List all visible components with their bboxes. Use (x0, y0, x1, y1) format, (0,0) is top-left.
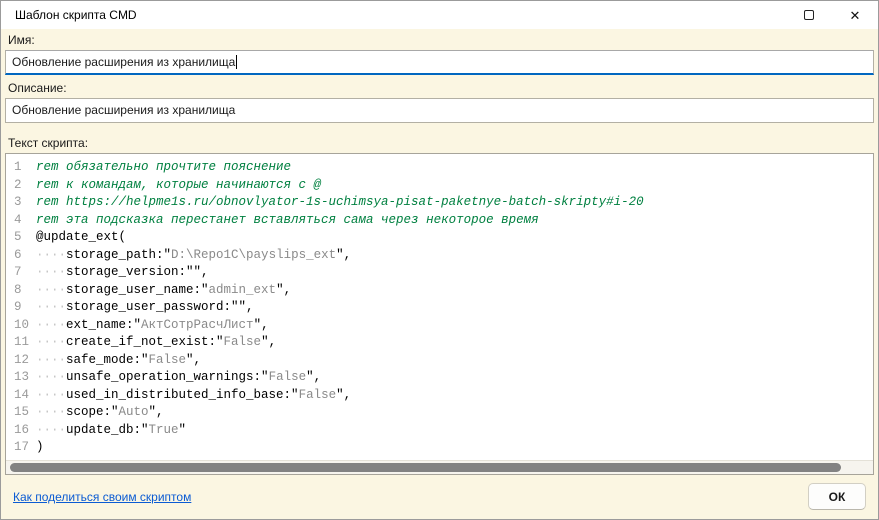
title-bar[interactable]: Шаблон скрипта CMD ✕ (1, 1, 878, 29)
line-number: 17 (14, 440, 30, 454)
code-line: ····storage_user_password:"", (36, 300, 254, 314)
name-label: Имя: (8, 33, 35, 47)
line-number: 5 (14, 230, 22, 244)
line-number: 14 (14, 387, 30, 402)
line-number: 8 (14, 282, 22, 297)
line-number: 6 (14, 247, 22, 262)
line-number: 16 (14, 422, 30, 437)
line-number: 10 (14, 317, 30, 332)
line-number: 15 (14, 405, 30, 419)
name-input[interactable]: Обновление расширения из хранилища (5, 50, 874, 75)
description-input-value: Обновление расширения из хранилища (12, 103, 236, 117)
code-line: ····storage_user_name:"admin_ext", (36, 282, 292, 297)
code-line: ····safe_mode:"False", (36, 352, 202, 367)
maximize-button[interactable] (786, 1, 832, 29)
close-button[interactable]: ✕ (832, 1, 878, 29)
close-icon: ✕ (849, 7, 861, 23)
scrollbar-thumb[interactable] (10, 463, 841, 472)
code-line: ····scope:"Auto", (36, 405, 164, 419)
code-line: ····ext_name:"АктСотрРасчЛист", (36, 317, 269, 332)
line-number: 7 (14, 265, 22, 279)
line-number: 2 (14, 177, 22, 192)
name-input-value: Обновление расширения из хранилища (12, 55, 236, 69)
line-number: 1 (14, 160, 22, 174)
code-line: @update_ext( (36, 230, 127, 244)
description-input[interactable]: Обновление расширения из хранилища (5, 98, 874, 123)
line-number: 4 (14, 212, 22, 227)
line-numbers: 1 2 3 4 5 6 7 8 9 10 11 12 13 14 15 16 17 (6, 159, 36, 460)
dialog-window: { "window": { "title": "Шаблон скрипта C… (0, 0, 879, 520)
description-label: Описание: (8, 81, 67, 95)
line-number: 13 (14, 370, 30, 384)
line-number: 11 (14, 335, 30, 349)
code-line: ····storage_path:"D:\Repo1C\payslips_ext… (36, 247, 352, 262)
code-line: rem к командам, которые начинаются с @ (36, 177, 322, 192)
line-number: 9 (14, 300, 22, 314)
code-line: ····update_db:"True" (36, 422, 187, 437)
code-line: rem эта подсказка перестанет вставляться… (36, 212, 539, 227)
code-line: ) (36, 440, 44, 454)
editor-body[interactable]: 1 2 3 4 5 6 7 8 9 10 11 12 13 14 15 16 17 rem обязательн… (6, 154, 873, 460)
code-line: ····used_in_distributed_info_base:"False… (36, 387, 352, 402)
line-number: 12 (14, 352, 30, 367)
script-label: Текст скрипта: (8, 136, 89, 150)
code-line: ····unsafe_operation_warnings:"False", (36, 370, 322, 384)
script-editor[interactable]: 1 2 3 4 5 6 7 8 9 10 11 12 13 14 15 16 17 rem обязательн… (5, 153, 874, 475)
share-script-link[interactable]: Как поделиться своим скриптом (13, 490, 191, 504)
code-line: ····create_if_not_exist:"False", (36, 335, 277, 349)
maximize-icon (804, 10, 814, 20)
code-line: rem обязательно прочтите пояснение (36, 160, 292, 174)
horizontal-scrollbar[interactable] (6, 460, 873, 474)
ok-button[interactable]: ОК (808, 483, 866, 510)
code-lines[interactable]: rem обязательно прочтите пояснение rem к … (36, 159, 873, 460)
code-line: rem https://helpme1s.ru/obnovlyator-1s-u… (36, 195, 644, 209)
window-title: Шаблон скрипта CMD (15, 8, 137, 22)
code-line: ····storage_version:"", (36, 265, 209, 279)
text-caret (236, 55, 238, 69)
line-number: 3 (14, 195, 22, 209)
